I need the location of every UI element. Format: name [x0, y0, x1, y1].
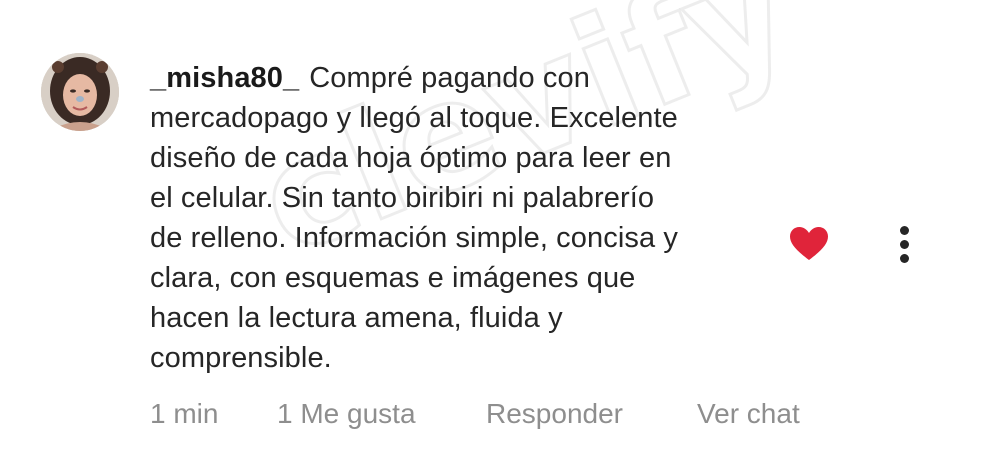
reply-button[interactable]: Responder	[486, 396, 623, 432]
more-vertical-icon	[900, 226, 909, 235]
comment-text-line: mercadopago y llegó al toque. Excelente	[150, 102, 678, 134]
likes-count-link[interactable]: 1 Me gusta	[277, 396, 416, 432]
comment-text-line: diseño de cada hoja óptimo para leer en	[150, 142, 672, 174]
comment-text-line: de relleno. Información simple, concisa …	[150, 222, 678, 254]
view-chat-button[interactable]: Ver chat	[697, 396, 800, 432]
username[interactable]: _misha80_	[150, 62, 299, 94]
comment-text-line: el celular. Sin tanto biribiri ni palabr…	[150, 182, 655, 214]
like-button[interactable]	[789, 226, 829, 262]
comment-body: _misha80_ Compré pagando con mercadopago …	[150, 58, 760, 378]
timestamp: 1 min	[150, 398, 219, 429]
comment-item: clevify _misha80_ Compré pagando con merc…	[0, 0, 1000, 457]
comment-text-line: hacen la lectura amena, fluida y	[150, 302, 563, 334]
comment-text-line: comprensible.	[150, 342, 332, 374]
more-options-button[interactable]	[893, 224, 917, 264]
heart-icon	[790, 227, 828, 260]
avatar[interactable]	[41, 53, 119, 131]
more-dot	[900, 240, 909, 249]
avatar-image	[41, 53, 119, 131]
more-dot	[900, 254, 909, 263]
comment-text-line: Compré pagando con	[309, 62, 590, 94]
comment-line-1: _misha80_ Compré pagando con	[150, 58, 760, 98]
comment-text-line: clara, con esquemas e imágenes que	[150, 262, 636, 294]
